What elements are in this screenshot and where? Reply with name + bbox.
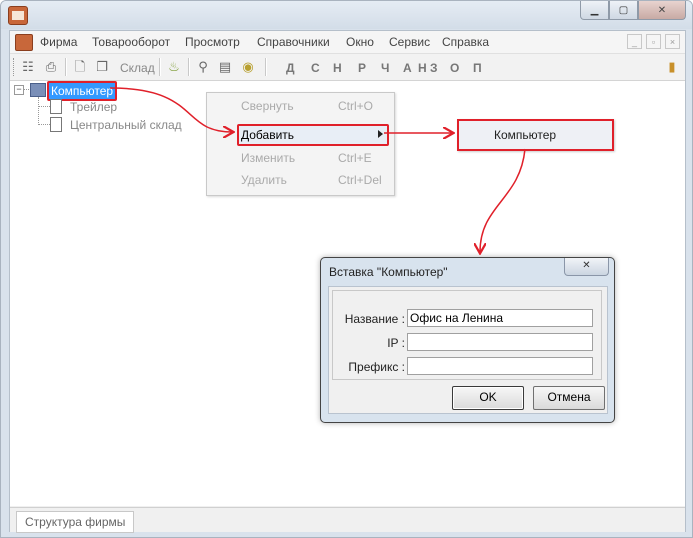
filter-letter-z[interactable]: З — [430, 61, 438, 75]
copy-icon[interactable]: ❐ — [94, 59, 110, 75]
dialog-title: Вставка "Компьютер" — [329, 265, 448, 279]
menu-bar: Фирма Товарооборот Просмотр Справочники … — [10, 31, 685, 54]
filter-letter-p[interactable]: П — [473, 61, 482, 75]
ip-label: IP : — [387, 336, 405, 350]
menu-tovarooborot[interactable]: Товарооборот — [92, 35, 170, 49]
document-icon[interactable] — [15, 34, 33, 51]
tree-connector — [38, 124, 50, 125]
menu-item-label: Добавить — [241, 128, 295, 142]
sklad-button[interactable]: Склад — [120, 61, 155, 75]
prefix-input[interactable] — [407, 357, 593, 375]
insert-dialog: Вставка "Компьютер" ✕ Название : IP : Пр… — [320, 257, 615, 423]
new-document-icon[interactable]: 🗋 — [72, 59, 88, 75]
menu-prosmotr[interactable]: Просмотр — [185, 35, 240, 49]
exit-icon[interactable]: ▮ — [664, 59, 680, 75]
mdi-close-button[interactable]: × — [665, 34, 680, 49]
submenu-computer[interactable]: Компьютер — [457, 119, 614, 151]
menu-spravka[interactable]: Справка — [442, 35, 489, 49]
mdi-minimize-button[interactable]: _ — [627, 34, 642, 49]
mdi-restore-button[interactable]: ▫ — [646, 34, 661, 49]
toolbar-separator — [65, 58, 67, 76]
filter-letter-d[interactable]: Д — [286, 61, 295, 75]
menu-item-shortcut: Ctrl+E — [338, 151, 372, 165]
window-controls: ▁ ▢ ✕ — [580, 1, 686, 20]
print-icon[interactable]: ⎙ — [43, 59, 59, 75]
title-bar: ▁ ▢ ✕ — [1, 1, 692, 29]
menu-item-label: Изменить — [241, 151, 296, 165]
name-label: Название : — [344, 312, 405, 326]
submenu-item-label: Компьютер — [494, 128, 557, 142]
document-icon — [50, 99, 62, 114]
menu-item-shortcut: Ctrl+Del — [338, 173, 382, 187]
prefix-label: Префикс : — [348, 360, 405, 374]
toolbar-separator — [188, 58, 190, 76]
fields-group: Название : IP : Префикс : — [332, 290, 602, 380]
ip-input[interactable] — [407, 333, 593, 351]
document-icon — [50, 117, 62, 132]
toolbar-separator — [159, 58, 161, 76]
menu-item-edit[interactable]: Изменить Ctrl+E — [241, 148, 391, 168]
tree-connector — [23, 89, 29, 90]
basket-icon[interactable]: ♨ — [166, 59, 182, 75]
dialog-body: Название : IP : Префикс : OK Отмена — [328, 286, 608, 414]
tab-firm-structure[interactable]: Структура фирмы — [16, 511, 135, 533]
tree-connector — [38, 106, 50, 107]
refresh-icon[interactable]: ◉ — [240, 59, 256, 75]
filter-letter-o[interactable]: О — [450, 61, 459, 75]
context-menu: Свернуть Ctrl+O Добавить Изменить Ctrl+E… — [206, 92, 395, 196]
menu-item-delete[interactable]: Удалить Ctrl+Del — [241, 170, 391, 190]
ok-button[interactable]: OK — [452, 386, 524, 410]
menu-item-collapse[interactable]: Свернуть Ctrl+O — [241, 96, 391, 116]
tree-item-central-warehouse[interactable]: Центральный склад — [70, 118, 182, 132]
app-icon — [8, 6, 28, 25]
toolbar-separator — [265, 58, 267, 76]
menu-item-label: Свернуть — [241, 99, 294, 113]
filter-letter-n2[interactable]: Н — [418, 61, 427, 75]
search-icon[interactable]: ⚲ — [195, 59, 211, 75]
tree-item-trailer[interactable]: Трейлер — [70, 100, 117, 114]
computer-icon — [30, 83, 46, 97]
tree-root-label[interactable]: Компьютер — [47, 81, 118, 101]
dialog-close-button[interactable]: ✕ — [564, 258, 609, 276]
status-bar: Структура фирмы — [10, 507, 685, 533]
toolbar-grip — [13, 58, 17, 76]
mdi-controls: _ ▫ × — [627, 34, 680, 49]
filter-letter-a[interactable]: А — [403, 61, 412, 75]
filter-letter-ch[interactable]: Ч — [381, 61, 389, 75]
minimize-button[interactable]: ▁ — [580, 1, 609, 20]
menu-okno[interactable]: Окно — [346, 35, 374, 49]
menu-firma[interactable]: Фирма — [40, 35, 77, 49]
cancel-button[interactable]: Отмена — [533, 386, 605, 410]
maximize-button[interactable]: ▢ — [609, 1, 638, 20]
menu-spravochniki[interactable]: Справочники — [257, 35, 330, 49]
menu-item-label: Удалить — [241, 173, 287, 187]
menu-item-shortcut: Ctrl+O — [338, 99, 374, 113]
submenu-arrow-icon — [378, 130, 383, 138]
tree-root[interactable]: − Компьютер — [10, 81, 130, 101]
collapse-icon[interactable]: − — [14, 85, 24, 95]
name-input[interactable] — [407, 309, 593, 327]
toolbar: ☷ ⎙ 🗋 ❐ Склад ♨ ⚲ ▤ ◉ Д С Н Р Ч А Н З О … — [10, 54, 685, 81]
menu-item-add[interactable]: Добавить — [237, 124, 389, 146]
filter-letter-n[interactable]: Н — [333, 61, 342, 75]
report-icon[interactable]: ▤ — [217, 59, 233, 75]
tree-view-icon[interactable]: ☷ — [20, 59, 36, 75]
filter-letter-s[interactable]: С — [311, 61, 320, 75]
filter-letter-r[interactable]: Р — [358, 61, 366, 75]
tree-connector — [38, 97, 39, 125]
menu-servis[interactable]: Сервис — [389, 35, 430, 49]
close-button[interactable]: ✕ — [638, 1, 686, 20]
